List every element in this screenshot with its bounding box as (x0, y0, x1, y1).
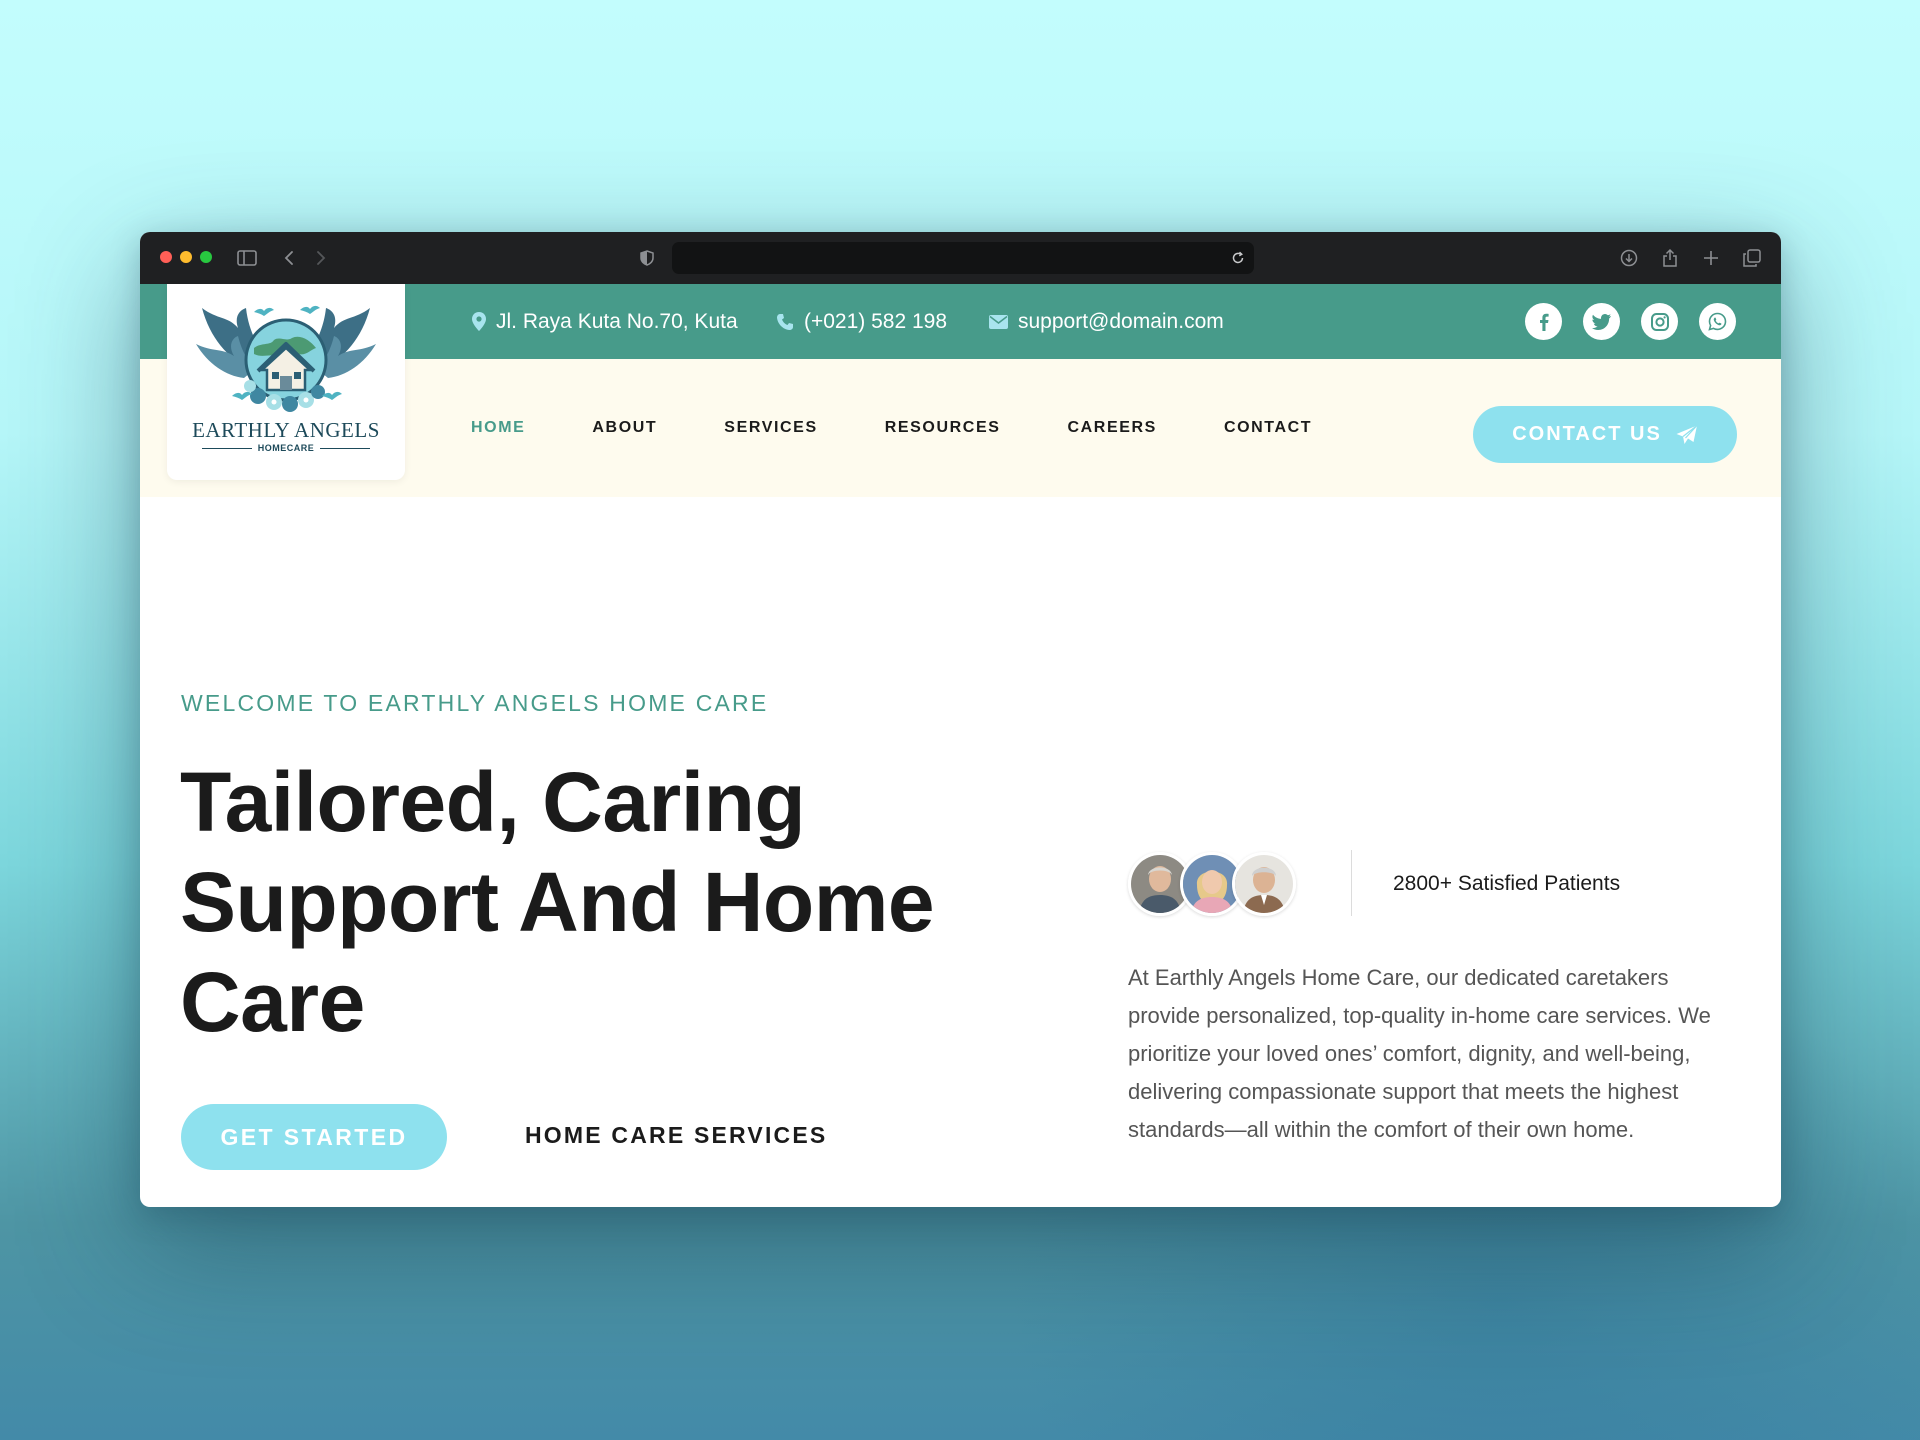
main-menu: HOME ABOUT SERVICES RESOURCES CAREERS CO… (471, 359, 1379, 497)
hero-title: Tailored, Caring Support And Home Care (180, 755, 935, 1049)
zoom-window-button[interactable] (200, 251, 212, 263)
phone-text[interactable]: (+021) 582 198 (804, 310, 947, 334)
get-started-button[interactable]: GET STARTED (181, 1104, 447, 1170)
logo-rule-left (201, 447, 252, 449)
patient-avatars (1128, 852, 1296, 916)
satisfied-patients-count: 2800+ Satisfied Patients (1393, 872, 1621, 895)
whatsapp-icon[interactable] (1699, 303, 1736, 340)
nav-careers[interactable]: CAREERS (1068, 419, 1157, 437)
close-window-button[interactable] (160, 251, 172, 263)
logo-subtitle-row: HOMECARE (201, 443, 371, 453)
address-bar[interactable] (672, 242, 1254, 274)
browser-toolbar (140, 232, 1781, 284)
minimize-window-button[interactable] (180, 251, 192, 263)
browser-window: Jl. Raya Kuta No.70, Kuta (+021) 582 198… (140, 232, 1781, 1207)
nav-contact[interactable]: CONTACT (1224, 419, 1312, 437)
tab-overview-icon[interactable] (1741, 247, 1763, 269)
share-icon[interactable] (1659, 247, 1681, 269)
instagram-icon[interactable] (1641, 303, 1678, 340)
site-logo[interactable]: EARTHLY ANGELS HOMECARE (167, 284, 405, 480)
divider (1351, 850, 1352, 916)
downloads-icon[interactable] (1618, 247, 1640, 269)
nav-resources[interactable]: RESOURCES (885, 419, 1001, 437)
home-care-services-link[interactable]: HOME CARE SERVICES (525, 1122, 827, 1149)
logo-wordmark: EARTHLY ANGELS (192, 418, 380, 442)
logo-subtitle: HOMECARE (257, 443, 315, 453)
privacy-shield-icon[interactable] (636, 247, 658, 269)
address-info: Jl. Raya Kuta No.70, Kuta (472, 284, 738, 359)
back-icon[interactable] (278, 247, 300, 269)
location-pin-icon (472, 312, 486, 331)
nav-services[interactable]: SERVICES (724, 419, 817, 437)
hero-eyebrow: WELCOME TO EARTHLY ANGELS HOME CARE (181, 690, 769, 716)
logo-rule-right (320, 447, 371, 449)
forward-icon[interactable] (310, 247, 332, 269)
contact-us-button[interactable]: CONTACT US (1473, 406, 1737, 463)
email-info: support@domain.com (989, 284, 1224, 359)
phone-icon (777, 313, 793, 330)
envelope-icon (989, 314, 1008, 329)
nav-home[interactable]: HOME (471, 419, 525, 437)
address-text: Jl. Raya Kuta No.70, Kuta (496, 309, 738, 333)
email-text[interactable]: support@domain.com (1018, 310, 1224, 334)
paper-plane-icon (1676, 424, 1698, 444)
sidebar-toggle-icon[interactable] (236, 247, 258, 269)
avatar (1232, 852, 1296, 916)
phone-info: (+021) 582 198 (776, 284, 947, 359)
social-links (1525, 303, 1736, 340)
facebook-icon[interactable] (1525, 303, 1562, 340)
twitter-icon[interactable] (1583, 303, 1620, 340)
nav-about[interactable]: ABOUT (592, 419, 657, 437)
reload-icon[interactable] (1228, 248, 1248, 268)
angel-house-logo-icon (196, 305, 376, 412)
contact-us-label: CONTACT US (1512, 423, 1662, 445)
hero-description: At Earthly Angels Home Care, our dedicat… (1128, 965, 1711, 1142)
window-controls (160, 251, 212, 263)
new-tab-icon[interactable] (1700, 247, 1722, 269)
